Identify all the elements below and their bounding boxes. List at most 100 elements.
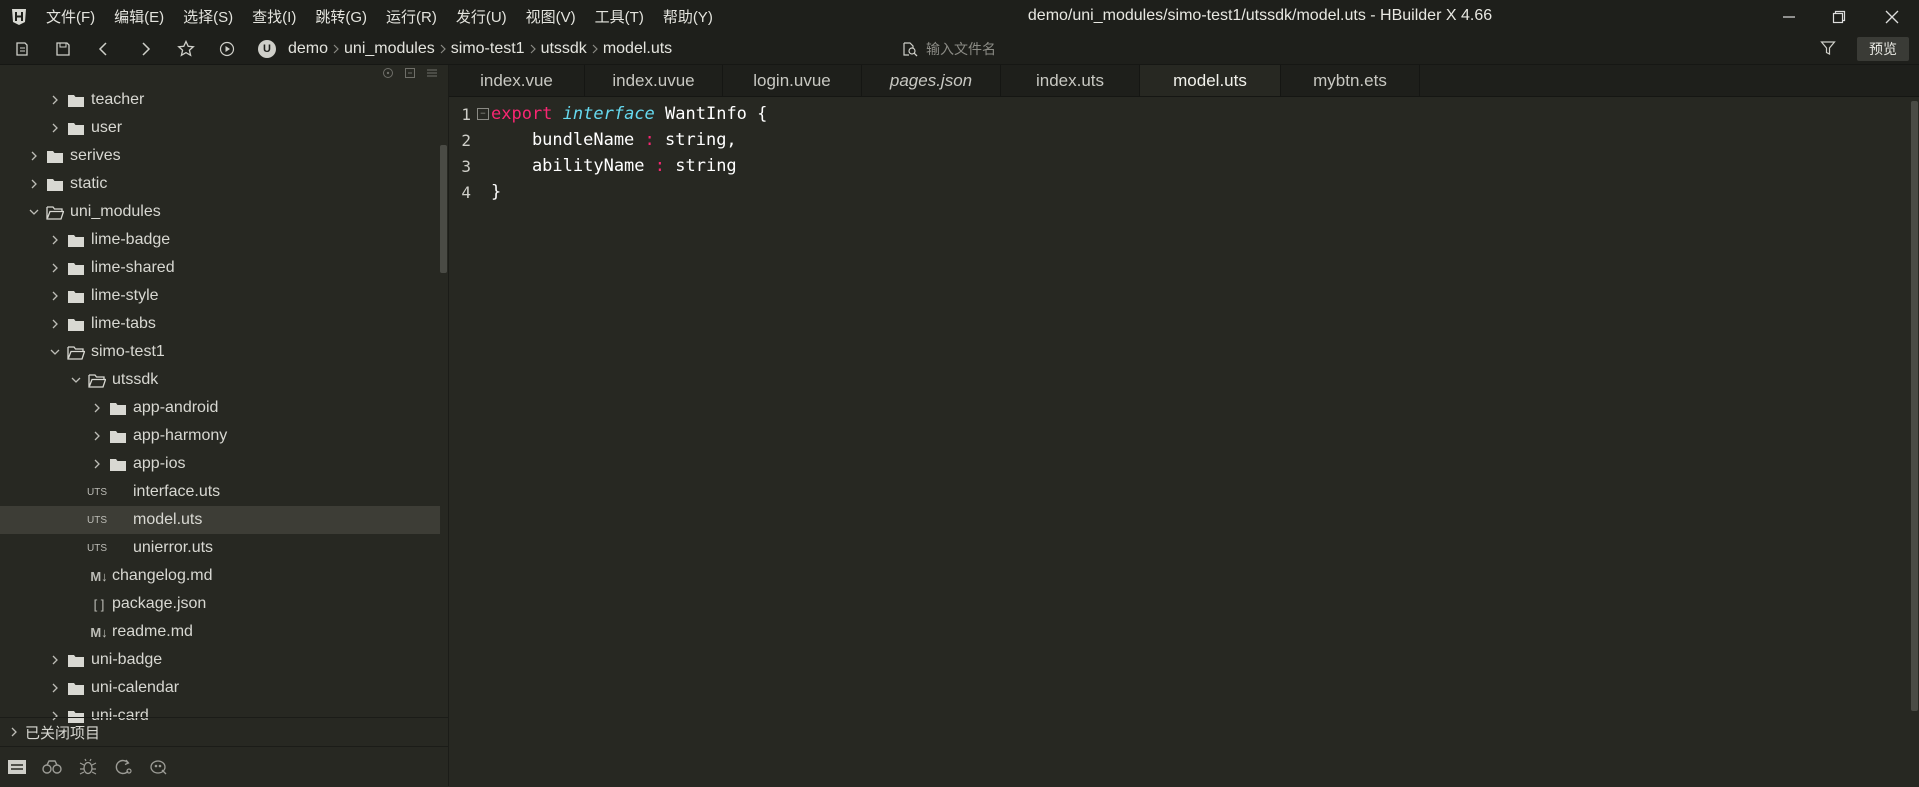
tree-item[interactable]: lime-tabs [0, 310, 440, 338]
menu-view[interactable]: 视图(V) [526, 6, 576, 27]
editor-tab[interactable]: pages.json [862, 65, 1001, 96]
breadcrumb-item[interactable]: simo-test1 [451, 40, 525, 58]
tree-item[interactable]: app-android [0, 394, 440, 422]
menu-select[interactable]: 选择(S) [183, 6, 233, 27]
code-token: interface [562, 104, 655, 124]
new-file-icon[interactable] [11, 38, 33, 60]
editor-tab[interactable]: model.uts [1140, 65, 1281, 96]
editor-tab[interactable]: index.uvue [585, 65, 723, 96]
menu-run[interactable]: 运行(R) [386, 6, 437, 27]
tree-item[interactable]: static [0, 170, 440, 198]
tree-item[interactable]: lime-badge [0, 226, 440, 254]
chevron-right-icon[interactable] [49, 290, 61, 302]
code-text: bundleName : string, [491, 130, 737, 150]
md-file-icon: M↓ [90, 624, 108, 640]
menu-goto[interactable]: 跳转(G) [315, 6, 367, 27]
breadcrumb-item[interactable]: demo [288, 40, 328, 58]
tree-item-label: teacher [91, 91, 145, 108]
tree-item[interactable]: user [0, 114, 440, 142]
menu-help[interactable]: 帮助(Y) [663, 6, 713, 27]
tree-item[interactable]: [ ] package.json [0, 590, 440, 618]
file-search-input[interactable] [924, 37, 1388, 61]
search-binoculars-icon[interactable] [41, 757, 63, 777]
locate-icon[interactable] [382, 66, 394, 84]
menu-find[interactable]: 查找(I) [252, 6, 296, 27]
save-icon[interactable] [52, 38, 74, 60]
code-editor[interactable]: 1− export interface WantInfo {2 bundleNam… [449, 97, 1919, 786]
chevron-down-icon[interactable] [28, 206, 40, 218]
close-window-button[interactable] [1865, 0, 1919, 33]
chevron-down-icon[interactable] [49, 346, 61, 358]
chevron-right-icon[interactable] [28, 178, 40, 190]
tree-item[interactable]: app-ios [0, 450, 440, 478]
tree-item[interactable]: app-harmony [0, 422, 440, 450]
tree-item[interactable]: lime-shared [0, 254, 440, 282]
code-token: : [654, 156, 666, 176]
uts-file-icon: UTS [87, 542, 107, 554]
chevron-right-icon[interactable] [91, 430, 103, 442]
chevron-right-icon[interactable] [49, 654, 61, 666]
back-icon[interactable] [93, 38, 115, 60]
menu-tools[interactable]: 工具(T) [595, 6, 644, 27]
tree-item[interactable]: utssdk [0, 366, 440, 394]
minimize-button[interactable] [1762, 0, 1816, 33]
tree-item[interactable]: UTS model.uts [0, 506, 440, 534]
source-control-icon[interactable] [112, 757, 134, 777]
breadcrumb-item[interactable]: model.uts [603, 40, 672, 58]
tree-item[interactable]: teacher [0, 86, 440, 114]
menu-icon[interactable] [426, 66, 438, 84]
tree-item-label: static [70, 175, 108, 192]
tree-item-label: changelog.md [112, 567, 213, 584]
tree-item[interactable]: simo-test1 [0, 338, 440, 366]
tree-item[interactable]: uni-badge [0, 646, 440, 674]
project-manager-icon[interactable] [6, 757, 28, 777]
tree-item[interactable]: M↓ changelog.md [0, 562, 440, 590]
chevron-right-icon[interactable] [49, 318, 61, 330]
chevron-down-icon[interactable] [70, 374, 82, 386]
chevron-right-icon[interactable] [49, 682, 61, 694]
debug-bug-icon[interactable] [77, 757, 99, 777]
menu-publish[interactable]: 发行(U) [456, 6, 507, 27]
tree-item[interactable]: uni-calendar [0, 674, 440, 702]
chevron-right-icon[interactable] [28, 150, 40, 162]
breadcrumb-item[interactable]: utssdk [541, 40, 587, 58]
tree-item[interactable]: M↓ readme.md [0, 618, 440, 646]
chevron-right-icon[interactable] [49, 234, 61, 246]
sidebar-scrollbar[interactable] [440, 145, 447, 273]
breadcrumb-item[interactable]: uni_modules [344, 40, 435, 58]
editor-tab[interactable]: index.vue [449, 65, 585, 96]
forward-icon[interactable] [134, 38, 156, 60]
run-icon[interactable] [216, 38, 238, 60]
filter-icon[interactable] [1820, 40, 1836, 61]
tree-item[interactable]: uni_modules [0, 198, 440, 226]
chevron-right-icon[interactable] [49, 94, 61, 106]
menu-edit[interactable]: 编辑(E) [114, 6, 164, 27]
code-token: } [491, 182, 502, 202]
closed-projects-section[interactable]: 已关闭项目 [0, 717, 448, 746]
plugin-icon[interactable] [148, 757, 170, 777]
tree-item-label: model.uts [133, 511, 203, 528]
editor-tab[interactable]: index.uts [1001, 65, 1140, 96]
tree-item[interactable]: serives [0, 142, 440, 170]
editor-tab[interactable]: login.uvue [723, 65, 862, 96]
chevron-right-icon[interactable] [91, 458, 103, 470]
line-number: 2 [461, 130, 471, 150]
tree-item[interactable]: UTS unierror.uts [0, 534, 440, 562]
chevron-right-icon[interactable] [91, 402, 103, 414]
restore-button[interactable] [1812, 0, 1866, 33]
preview-button[interactable]: 预览 [1857, 37, 1909, 61]
chevron-right-icon[interactable] [49, 262, 61, 274]
editor-scrollbar[interactable] [1911, 101, 1918, 711]
file-search-icon [902, 41, 918, 62]
chevron-right-icon[interactable] [49, 122, 61, 134]
tree-item[interactable]: lime-style [0, 282, 440, 310]
editor-tab[interactable]: mybtn.ets [1281, 65, 1420, 96]
menu-file[interactable]: 文件(F) [46, 6, 95, 27]
collapse-all-icon[interactable] [404, 66, 416, 84]
star-icon[interactable] [175, 38, 197, 60]
chevron-right-icon [8, 726, 20, 738]
fold-icon[interactable]: − [477, 108, 489, 120]
tree-item[interactable]: UTS interface.uts [0, 478, 440, 506]
tree-item-label: lime-tabs [91, 315, 156, 332]
editor-tab-bar: index.vue index.uvue login.uvue pages.json i… [449, 65, 1919, 97]
